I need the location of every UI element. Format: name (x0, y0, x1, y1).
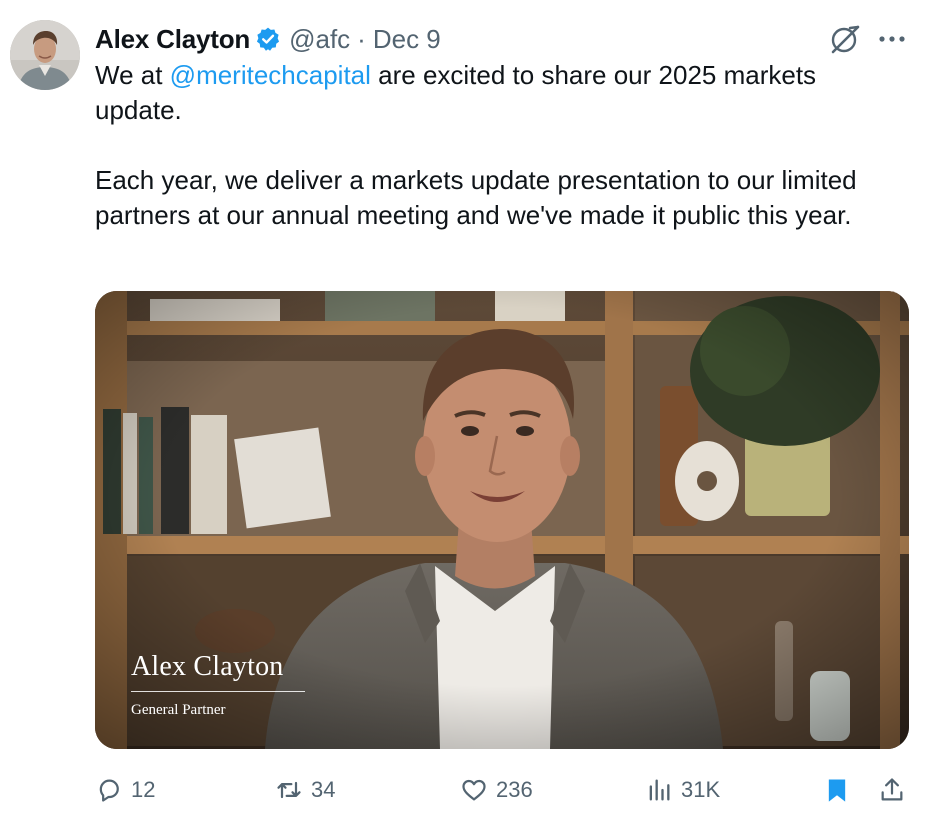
video-lower-third: Alex Clayton General Partner (131, 651, 305, 719)
lower-third-name: Alex Clayton (131, 651, 284, 682)
separator-dot: · (357, 23, 366, 54)
tweet-text-segment: We at (95, 60, 170, 90)
tweet-header: Alex Clayton @afc · Dec 9 (95, 22, 441, 56)
lower-third-divider (131, 691, 305, 692)
repost-button[interactable]: 34 (275, 772, 335, 808)
bookmark-button[interactable] (823, 772, 851, 808)
views-icon (649, 779, 670, 801)
grok-icon[interactable] (828, 22, 862, 56)
reply-icon (99, 779, 119, 802)
reply-count: 12 (131, 777, 156, 802)
more-icon[interactable] (876, 26, 910, 52)
avatar[interactable] (10, 20, 80, 90)
views-button[interactable]: 31K (645, 772, 720, 808)
views-count: 31K (681, 777, 721, 802)
like-count: 236 (496, 777, 533, 802)
verified-badge-icon[interactable] (255, 26, 281, 52)
share-button[interactable] (878, 772, 906, 808)
video-media[interactable]: Alex Clayton General Partner (95, 291, 909, 749)
mention-link[interactable]: @meritechcapital (170, 60, 371, 90)
like-icon (462, 779, 486, 801)
reply-button[interactable]: 12 (95, 772, 155, 808)
share-icon (881, 778, 903, 801)
tweet-paragraph-1: We at @meritechcapital are excited to sh… (95, 58, 905, 128)
tweet-date[interactable]: Dec 9 (373, 24, 441, 55)
tweet-paragraph-2: Each year, we deliver a markets update p… (95, 165, 857, 230)
tweet-action-bar: 12 34 236 31K (95, 772, 910, 808)
lower-third-title: General Partner (131, 702, 226, 718)
repost-icon (277, 781, 301, 799)
author-handle[interactable]: @afc (289, 24, 350, 55)
like-button[interactable]: 236 (460, 772, 533, 808)
tweet-text: We at @meritechcapital are excited to sh… (95, 58, 905, 233)
repost-count: 34 (311, 777, 336, 802)
bookmark-icon (828, 779, 846, 802)
author-name[interactable]: Alex Clayton (95, 24, 250, 55)
